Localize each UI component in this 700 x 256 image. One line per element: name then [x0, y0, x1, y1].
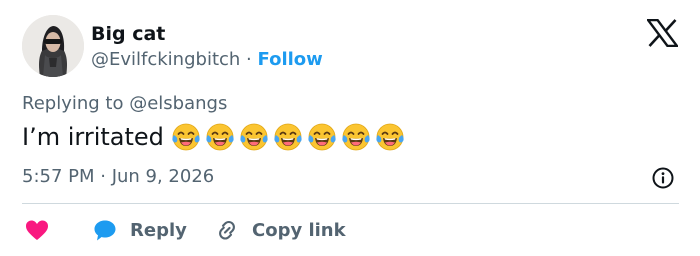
- avatar-image: [22, 15, 84, 77]
- author-handle[interactable]: @Evilfckingbitch: [91, 49, 240, 70]
- like-button[interactable]: [24, 216, 62, 244]
- tears-of-joy-emoji: [376, 123, 404, 151]
- follow-button[interactable]: Follow: [258, 49, 323, 70]
- avatar[interactable]: [22, 15, 84, 77]
- tweet-text-content: I’m irritated: [22, 123, 164, 151]
- reply-context-prefix: Replying to: [22, 93, 124, 114]
- tears-of-joy-emoji: [240, 123, 268, 151]
- author-display-name[interactable]: Big cat: [91, 21, 165, 47]
- reply-label: Reply: [130, 219, 187, 241]
- reply-context: Replying to @elsbangs: [22, 91, 227, 117]
- tears-of-joy-emoji: [274, 123, 302, 151]
- emoji-row: [171, 122, 409, 152]
- author-handle-line: @Evilfckingbitch · Follow: [91, 47, 323, 73]
- reply-button[interactable]: Reply: [92, 216, 187, 244]
- separator-dot: ·: [246, 49, 252, 70]
- tweet-text: I’m irritated: [22, 120, 409, 154]
- copy-link-label: Copy link: [252, 219, 346, 241]
- reply-bubble-icon: [94, 220, 116, 241]
- divider: [22, 203, 679, 204]
- reply-mention-link[interactable]: @elsbangs: [129, 93, 227, 114]
- info-icon[interactable]: [651, 166, 675, 190]
- x-logo-icon[interactable]: [647, 19, 678, 47]
- heart-icon: [26, 220, 48, 240]
- tears-of-joy-emoji: [172, 123, 200, 151]
- tears-of-joy-emoji: [308, 123, 336, 151]
- tears-of-joy-emoji: [342, 123, 370, 151]
- tears-of-joy-emoji: [206, 123, 234, 151]
- tweet-timestamp[interactable]: 5:57 PM · Jun 9, 2026: [22, 164, 214, 190]
- copy-link-button[interactable]: Copy link: [214, 216, 346, 244]
- link-icon: [219, 220, 235, 240]
